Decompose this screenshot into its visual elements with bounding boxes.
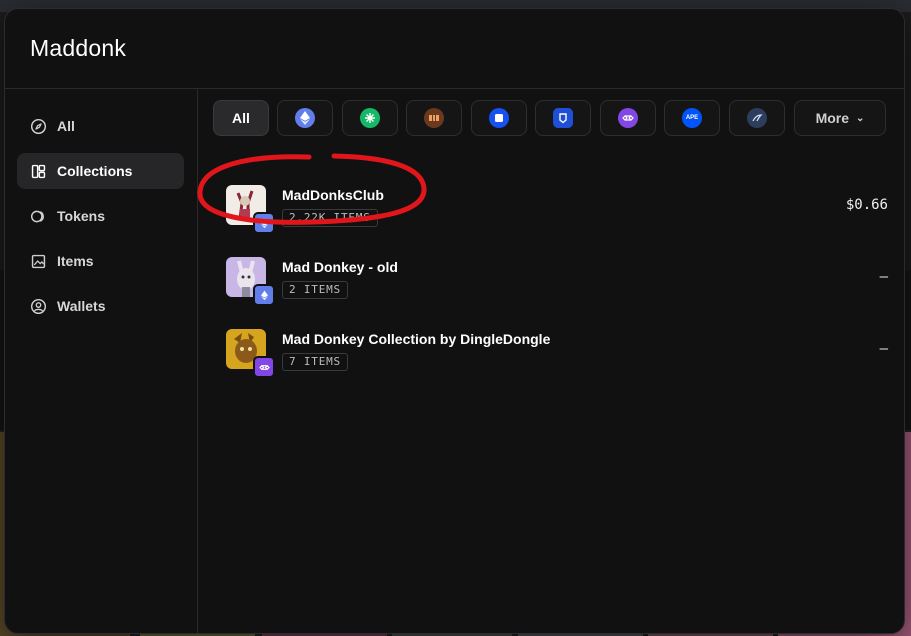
item-count-badge: 2 ITEMS xyxy=(282,281,348,299)
floor-price: – xyxy=(879,269,888,285)
chain-filter-dark[interactable] xyxy=(729,100,785,136)
ethereum-icon xyxy=(253,284,275,306)
collection-row[interactable]: Mad Donkey Collection by DingleDongle 7 … xyxy=(226,329,888,378)
collection-name: MadDonksClub xyxy=(282,187,384,203)
floor-price: – xyxy=(879,341,888,357)
chain-filter-shield[interactable] xyxy=(535,100,591,136)
sidebar-item-label: Tokens xyxy=(57,208,105,224)
chevron-down-icon: ⌄ xyxy=(856,112,865,124)
chain-filter-all[interactable]: All xyxy=(213,100,269,136)
polygon-icon xyxy=(618,108,638,128)
sidebar-item-tokens[interactable]: Tokens xyxy=(17,198,184,234)
modal-header: Maddonk xyxy=(5,9,904,89)
item-count-badge: 2.22K ITEMS xyxy=(282,209,378,227)
more-label: More xyxy=(815,110,850,126)
collection-name: Mad Donkey Collection by DingleDongle xyxy=(282,331,551,347)
brown-chain-icon xyxy=(424,108,444,128)
grid-icon xyxy=(29,162,47,180)
more-chains-button[interactable]: More ⌄ xyxy=(794,100,886,136)
ethereum-icon xyxy=(253,212,275,234)
chain-filter-green[interactable] xyxy=(342,100,398,136)
collection-name: Mad Donkey - old xyxy=(282,259,398,275)
floor-price: $0.66 xyxy=(845,197,888,213)
chain-filter-ethereum[interactable] xyxy=(277,100,333,136)
chain-filter-ape[interactable]: APE xyxy=(664,100,720,136)
ape-icon: APE xyxy=(682,108,702,128)
search-query-input[interactable]: Maddonk xyxy=(30,35,126,62)
sidebar-item-all[interactable]: All xyxy=(17,108,184,144)
blue-square-chain-icon xyxy=(489,108,509,128)
dark-chain-icon xyxy=(747,108,767,128)
search-modal: Maddonk All Collections Tokens Items Wal… xyxy=(4,8,905,634)
sidebar-item-collections[interactable]: Collections xyxy=(17,153,184,189)
sidebar: All Collections Tokens Items Wallets xyxy=(5,89,198,633)
polygon-icon xyxy=(253,356,275,378)
image-icon xyxy=(29,252,47,270)
sidebar-item-label: Items xyxy=(57,253,94,269)
user-circle-icon xyxy=(29,297,47,315)
sidebar-item-items[interactable]: Items xyxy=(17,243,184,279)
chain-filter-blue-square[interactable] xyxy=(471,100,527,136)
item-count-badge: 7 ITEMS xyxy=(282,353,348,371)
shield-chain-icon xyxy=(553,108,573,128)
results-panel: All APE More ⌄ MadDonksClub 2.22K ITEMS … xyxy=(198,89,904,633)
sidebar-item-label: Wallets xyxy=(57,298,106,314)
sidebar-item-wallets[interactable]: Wallets xyxy=(17,288,184,324)
sidebar-item-label: Collections xyxy=(57,163,133,179)
collection-row[interactable]: Mad Donkey - old 2 ITEMS – xyxy=(226,257,888,306)
chain-filter-polygon[interactable] xyxy=(600,100,656,136)
coins-icon xyxy=(29,207,47,225)
sidebar-item-label: All xyxy=(57,118,75,134)
compass-icon xyxy=(29,117,47,135)
collection-row[interactable]: MadDonksClub 2.22K ITEMS $0.66 xyxy=(226,185,888,234)
ethereum-icon xyxy=(295,108,315,128)
green-chain-icon xyxy=(360,108,380,128)
chain-filter-brown[interactable] xyxy=(406,100,462,136)
